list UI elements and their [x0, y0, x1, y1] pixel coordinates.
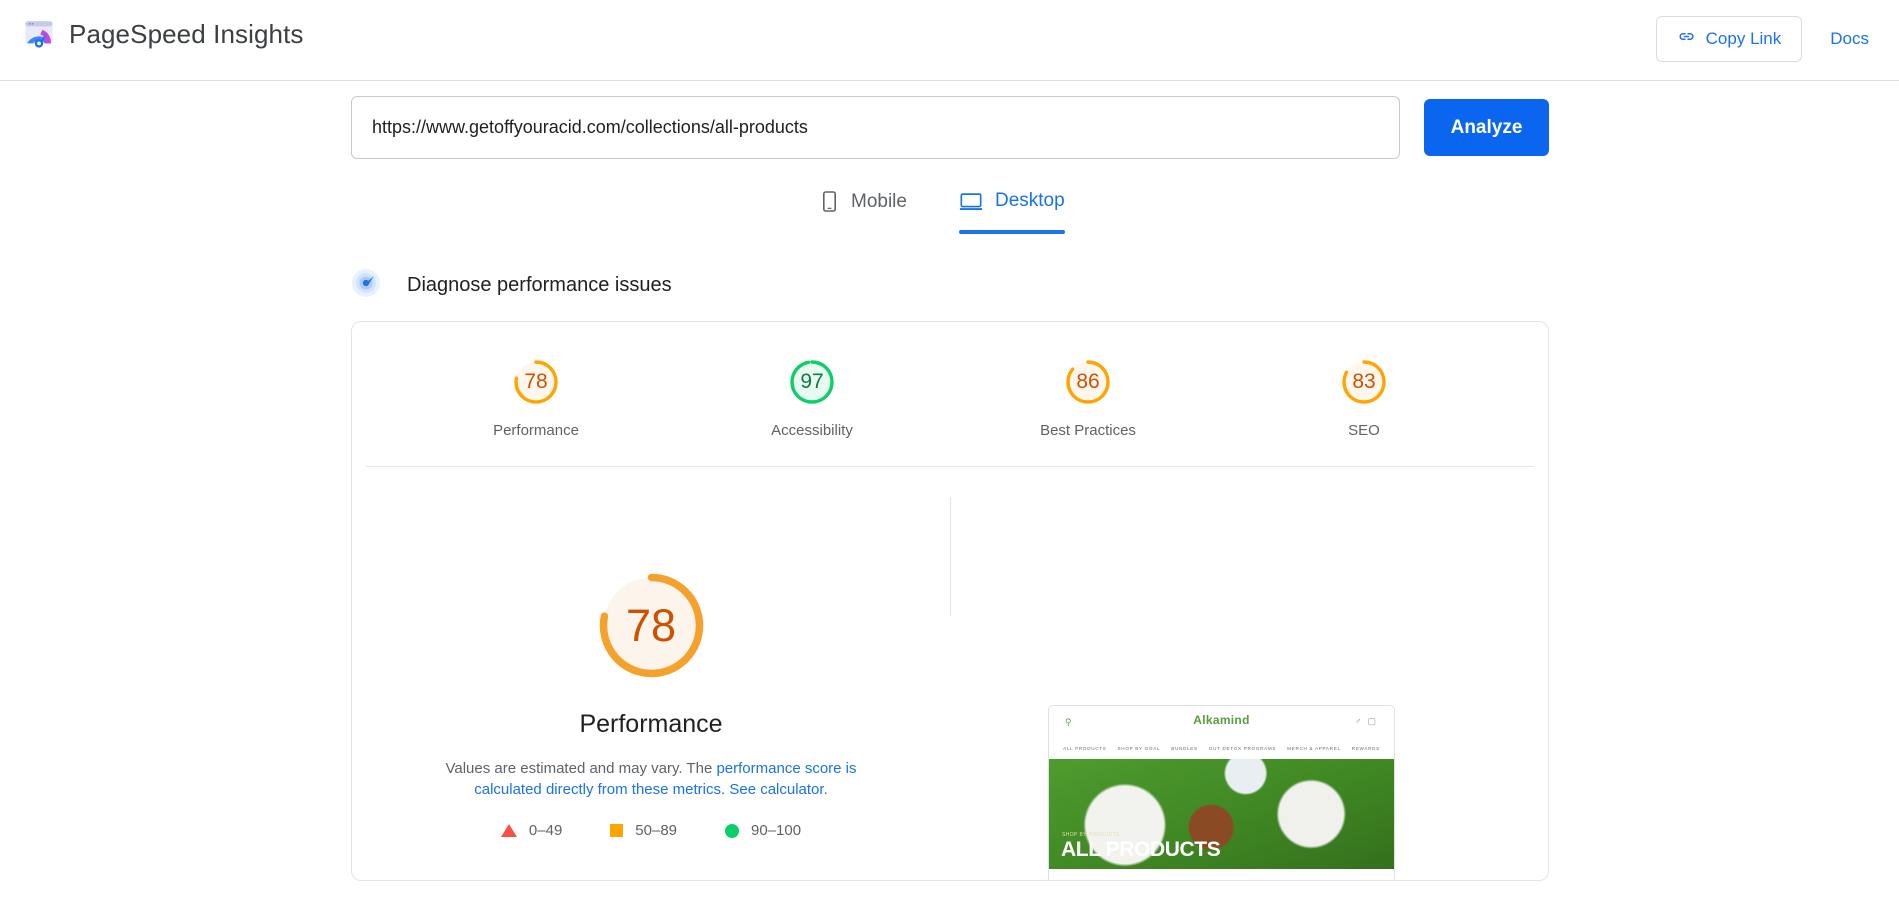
square-swatch-icon — [610, 824, 623, 837]
score-label-best-practices: Best Practices — [1040, 422, 1136, 439]
thumbnail-filter-row: Shop By Goal FILTER SORT BY ▦▦▦ — [1049, 869, 1394, 881]
page-screenshot-thumbnail[interactable]: ⚲ Alkamind ♂▢ ALL PRODUCTS SHOP BY GOAL … — [1048, 705, 1395, 881]
score-legend: 0–49 50–89 90–100 — [501, 822, 801, 839]
thumbnail-site-header: ⚲ Alkamind ♂▢ — [1049, 706, 1394, 746]
thumbnail-nav-item: ALL PRODUCTS — [1063, 746, 1106, 751]
score-gauge-seo: 83 — [1338, 356, 1390, 408]
legend-item-good: 90–100 — [725, 822, 801, 839]
see-calculator-link[interactable]: See calculator — [729, 781, 823, 798]
note-suffix: . — [824, 781, 828, 798]
score-gauge-best-practices: 86 — [1062, 356, 1114, 408]
legend-item-poor: 0–49 — [501, 822, 562, 839]
url-row: Analyze — [351, 96, 1549, 159]
thumbnail-hero: SHOP BY PRODUCTS ALL PRODUCTS — [1049, 759, 1394, 869]
thumbnail-body: Shop By Goal FILTER SORT BY ▦▦▦ FOODS & … — [1049, 869, 1394, 881]
score-value-accessibility: 97 — [786, 356, 838, 408]
target-pulse-icon — [351, 268, 381, 303]
legend-range-average: 50–89 — [635, 822, 677, 839]
page-title: PageSpeed Insights — [69, 19, 304, 50]
category-score-seo[interactable]: 83 SEO — [1300, 356, 1428, 439]
category-score-performance[interactable]: 78 Performance — [472, 356, 600, 439]
thumbnail-site-brand: Alkamind — [1049, 713, 1394, 727]
thumbnail-nav-item: SHOP BY GOAL — [1118, 746, 1161, 751]
legend-range-poor: 0–49 — [529, 822, 562, 839]
triangle-swatch-icon — [501, 824, 517, 837]
thumbnail-nav-item: BUNDLES — [1171, 746, 1198, 751]
docs-link[interactable]: Docs — [1824, 29, 1875, 49]
legend-item-average: 50–89 — [610, 822, 677, 839]
performance-gauge-large: 78 — [593, 567, 710, 684]
legend-range-good: 90–100 — [751, 822, 801, 839]
tab-mobile-label: Mobile — [851, 191, 907, 213]
account-and-cart-icons: ♂▢ — [1355, 716, 1382, 727]
diagnose-row: Diagnose performance issues — [351, 268, 672, 303]
url-input[interactable] — [351, 96, 1400, 159]
circle-swatch-icon — [725, 824, 739, 838]
link-icon — [1677, 27, 1696, 51]
thumbnail-site-nav: ALL PRODUCTS SHOP BY GOAL BUNDLES GUT DE… — [1049, 746, 1394, 759]
performance-title: Performance — [579, 710, 722, 739]
analyze-button[interactable]: Analyze — [1424, 99, 1549, 156]
diagnose-label: Diagnose performance issues — [407, 274, 672, 297]
tab-desktop[interactable]: Desktop — [959, 190, 1065, 234]
thumbnail-filter-button: FILTER — [1138, 880, 1180, 881]
header-actions: Copy Link Docs — [1656, 16, 1875, 62]
thumbnail-nav-item: REWARDS — [1352, 746, 1380, 751]
brand: PageSpeed Insights — [22, 17, 304, 51]
score-label-seo: SEO — [1348, 422, 1380, 439]
thumbnail-hero-title: ALL PRODUCTS — [1061, 838, 1220, 862]
performance-detail-section: 78 Performance Values are estimated and … — [352, 467, 1548, 867]
copy-link-button[interactable]: Copy Link — [1656, 16, 1803, 62]
score-gauge-accessibility: 97 — [786, 356, 838, 408]
score-value-seo: 83 — [1338, 356, 1390, 408]
note-prefix: Values are estimated and may vary. The — [445, 760, 716, 777]
score-label-performance: Performance — [493, 422, 579, 439]
category-score-row: 78 Performance 97 Accessibility 86 — [352, 322, 1548, 439]
score-gauge-performance: 78 — [510, 356, 562, 408]
results-card: 78 Performance 97 Accessibility 86 — [351, 321, 1549, 881]
copy-link-label: Copy Link — [1706, 29, 1782, 49]
category-score-best-practices[interactable]: 86 Best Practices — [1024, 356, 1152, 439]
thumbnail-nav-item: GUT DETOX PROGRAMS — [1209, 746, 1276, 751]
performance-note: Values are estimated and may vary. The p… — [434, 758, 869, 800]
pagespeed-gauge-logo-icon — [22, 17, 56, 51]
form-factor-tabs: Mobile Desktop — [820, 190, 1065, 235]
score-value-best-practices: 86 — [1062, 356, 1114, 408]
thumbnail-nav-item: MERCH & APPAREL — [1287, 746, 1341, 751]
app-header: PageSpeed Insights Copy Link Docs — [0, 0, 1899, 81]
performance-score-value: 78 — [593, 567, 710, 684]
performance-summary: 78 Performance Values are estimated and … — [352, 567, 950, 839]
mobile-phone-icon — [820, 190, 839, 213]
vertical-divider — [950, 497, 951, 616]
score-label-accessibility: Accessibility — [771, 422, 853, 439]
thumbnail-sort-button: SORT BY — [1189, 880, 1249, 881]
thumbnail-shop-by-goal-select: Shop By Goal — [1063, 880, 1129, 881]
tab-desktop-label: Desktop — [995, 190, 1065, 212]
desktop-monitor-icon — [959, 191, 983, 212]
tab-mobile[interactable]: Mobile — [820, 190, 907, 235]
category-score-accessibility[interactable]: 97 Accessibility — [748, 356, 876, 439]
score-value-performance: 78 — [510, 356, 562, 408]
